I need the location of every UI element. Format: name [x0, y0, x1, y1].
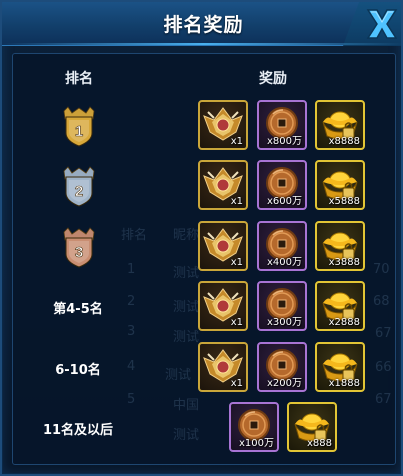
reward-item-coin[interactable]: x400万	[257, 221, 307, 271]
background-text: 测试	[165, 368, 192, 383]
reward-item-coin[interactable]: x300万	[257, 281, 307, 331]
rank-medal: 3	[60, 226, 98, 268]
reward-quantity: x1	[230, 136, 243, 147]
background-text: 1	[127, 262, 136, 277]
rank-medal-icon: 1	[63, 106, 95, 147]
reward-quantity: x2888	[328, 317, 360, 328]
reward-quantity: x1888	[328, 378, 360, 389]
reward-quantity: x600万	[266, 196, 302, 207]
close-button[interactable]	[343, 2, 401, 46]
background-text: 测试	[173, 266, 200, 281]
svg-text:3: 3	[75, 244, 83, 261]
background-text: 测试	[173, 300, 200, 315]
reward-item-emblem[interactable]: x1	[198, 160, 248, 210]
reward-quantity: x100万	[238, 438, 274, 449]
reward-item-emblem[interactable]: x1	[198, 100, 248, 150]
reward-quantity: x3888	[328, 257, 360, 268]
background-text: 67	[375, 392, 392, 407]
rank-medal-icon: 3	[63, 227, 95, 268]
reward-quantity: x1	[230, 378, 243, 389]
reward-item-gold-ingot[interactable]: x5888	[315, 160, 365, 210]
rank-label: 11名及以后	[42, 423, 114, 438]
background-text: 67	[375, 326, 392, 341]
dialog-header: 排名奖励	[2, 2, 401, 46]
reward-dialog: 排名奖励 排名 昵称 测试 测试 测试 测试 中国 测试 1 2 3 4 5 70 68 67 66 67 排名 …	[0, 0, 403, 476]
dialog-title: 排名奖励	[163, 14, 244, 36]
reward-quantity: x200万	[266, 378, 302, 389]
background-text: 测试	[173, 428, 200, 443]
background-text: 66	[375, 360, 392, 375]
background-text: 3	[127, 324, 136, 339]
reward-quantity: x1	[230, 317, 243, 328]
reward-quantity: x8888	[328, 136, 360, 147]
background-text: 5	[127, 392, 136, 407]
background-text: 68	[373, 294, 390, 309]
reward-item-emblem[interactable]: x1	[198, 221, 248, 271]
reward-item-emblem[interactable]: x1	[198, 342, 248, 392]
reward-item-gold-ingot[interactable]: x888	[287, 402, 337, 452]
reward-item-coin[interactable]: x800万	[257, 100, 307, 150]
reward-item-coin[interactable]: x100万	[229, 402, 279, 452]
reward-item-gold-ingot[interactable]: x8888	[315, 100, 365, 150]
reward-quantity: x400万	[266, 257, 302, 268]
reward-item-gold-ingot[interactable]: x3888	[315, 221, 365, 271]
reward-quantity: x800万	[266, 136, 302, 147]
background-text: 排名	[121, 228, 148, 243]
rank-label: 6-10名	[55, 363, 101, 378]
reward-panel: 排名 昵称 测试 测试 测试 测试 中国 测试 1 2 3 4 5 70 68 67 66 67 排名 奖励 1 …	[12, 53, 396, 465]
svg-text:1: 1	[75, 123, 83, 140]
reward-item-gold-ingot[interactable]: x1888	[315, 342, 365, 392]
reward-quantity: x1	[230, 257, 243, 268]
rank-medal: 1	[60, 105, 98, 147]
reward-quantity: x1	[230, 196, 243, 207]
reward-item-gold-ingot[interactable]: x2888	[315, 281, 365, 331]
background-text: 测试	[173, 330, 200, 345]
rank-label: 第4-5名	[53, 302, 103, 317]
background-text: 中国	[173, 398, 200, 413]
reward-quantity: x300万	[266, 317, 302, 328]
close-icon	[366, 9, 398, 39]
reward-item-coin[interactable]: x200万	[257, 342, 307, 392]
rank-medal: 2	[60, 165, 98, 207]
background-text: 70	[373, 262, 390, 277]
svg-text:2: 2	[75, 183, 83, 200]
background-text: 昵称	[173, 228, 200, 243]
rank-medal-icon: 2	[63, 166, 95, 207]
reward-quantity: x5888	[328, 196, 360, 207]
reward-item-emblem[interactable]: x1	[198, 281, 248, 331]
reward-quantity: x888	[306, 438, 332, 449]
reward-item-coin[interactable]: x600万	[257, 160, 307, 210]
reward-column-header: 奖励	[259, 71, 287, 87]
rank-column-header: 排名	[65, 71, 93, 87]
